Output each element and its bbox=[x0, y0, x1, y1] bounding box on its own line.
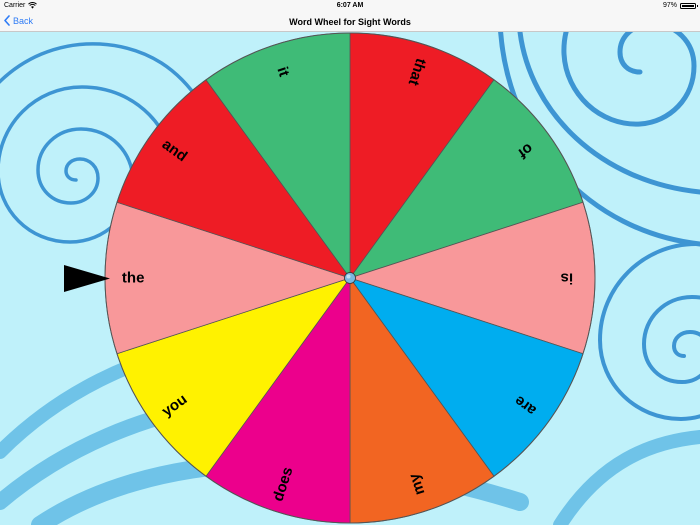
battery-indicator: 97% bbox=[662, 2, 698, 9]
battery-fill bbox=[682, 4, 694, 7]
pointer-arrow-icon bbox=[64, 265, 110, 292]
clock: 6:07 AM bbox=[336, 2, 364, 9]
page-title: Word Wheel for Sight Words bbox=[289, 17, 411, 27]
wheel-stage: that of is are my does you the and it bbox=[0, 32, 700, 525]
navigation-bar: Back Word Wheel for Sight Words bbox=[0, 12, 700, 32]
status-bar: Carrier 6:07 AM 97% bbox=[0, 0, 700, 12]
battery-percent: 97% bbox=[662, 2, 677, 9]
battery-icon bbox=[680, 2, 698, 9]
pointer-layer bbox=[64, 265, 110, 292]
